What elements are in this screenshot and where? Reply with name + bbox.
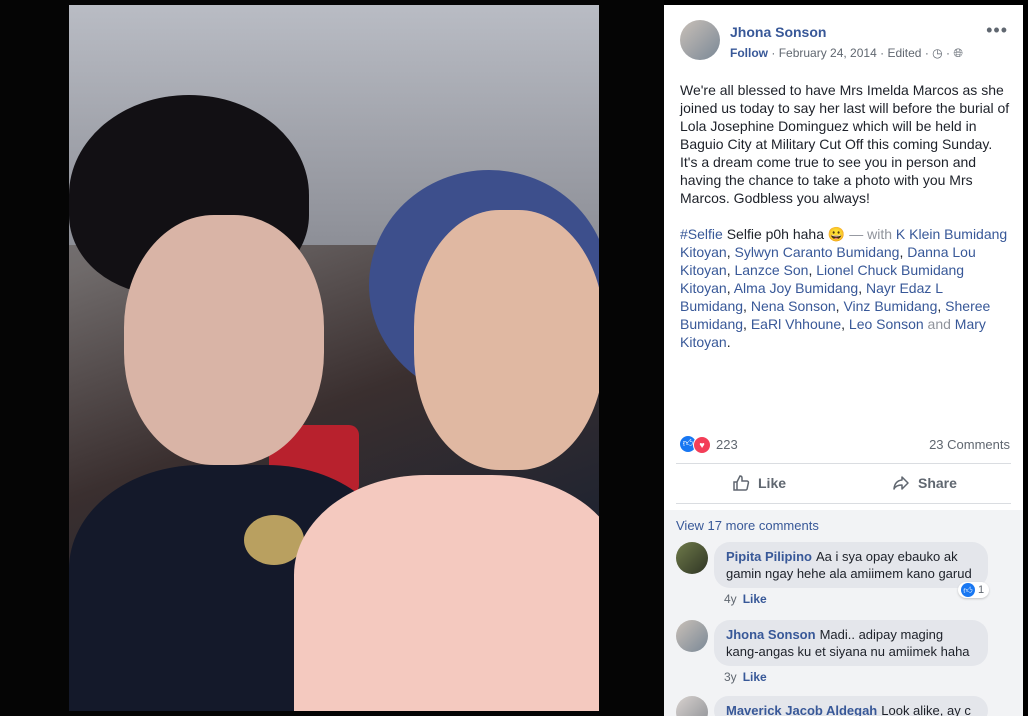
comment-reaction-count: 1 bbox=[978, 584, 985, 596]
meta-separator: · bbox=[771, 46, 779, 60]
comment-item: Maverick Jacob Aldegah Look alike, ay c bbox=[676, 696, 1011, 716]
post-text: We're all blessed to have Mrs Imelda Mar… bbox=[680, 82, 1010, 206]
comment-item: Pipita Pilipino Aa i sya opay ebauko ak g… bbox=[676, 542, 1011, 606]
comment-like-link[interactable]: Like bbox=[743, 592, 767, 606]
commenter-name[interactable]: Maverick Jacob Aldegah bbox=[726, 703, 877, 716]
tagged-person[interactable]: Alma Joy Bumidang bbox=[734, 280, 859, 296]
photo-person-right-face bbox=[414, 210, 599, 470]
tagged-person[interactable]: Lanzce Son bbox=[734, 262, 808, 278]
photo-person-right-body bbox=[294, 475, 599, 711]
photo-person-left-face bbox=[124, 215, 324, 465]
like-button[interactable]: Like bbox=[732, 474, 786, 492]
tagged-person[interactable]: Sylwyn Caranto Bumidang bbox=[734, 244, 899, 260]
comment-footer: 4y Like bbox=[724, 592, 767, 606]
reaction-summary[interactable]: 👍︎ ♥ 223 23 Comments bbox=[680, 435, 1010, 455]
share-button[interactable]: Share bbox=[892, 474, 957, 492]
reaction-count[interactable]: 223 bbox=[716, 437, 738, 452]
like-label: Like bbox=[758, 475, 787, 491]
post-meta: Follow · February 24, 2014 · Edited · ◷ … bbox=[730, 46, 963, 61]
tagged-person[interactable]: Leo Sonson bbox=[849, 316, 924, 332]
and-label: and bbox=[927, 316, 951, 332]
divider bbox=[676, 463, 1011, 464]
comment-bubble: Jhona Sonson Madi.. adipay maging kang-an… bbox=[714, 620, 988, 666]
clock-icon: ◷ bbox=[932, 46, 943, 60]
view-more-comments-link[interactable]: View 17 more comments bbox=[676, 518, 819, 533]
tagged-person[interactable]: Nena Sonson bbox=[751, 298, 836, 314]
more-icon[interactable]: ••• bbox=[986, 20, 1008, 41]
comment-text: Look alike, ay c bbox=[881, 703, 971, 716]
share-label: Share bbox=[918, 475, 957, 491]
love-reaction-icon: ♥ bbox=[693, 436, 711, 454]
post-actions: Like Share bbox=[676, 466, 1011, 500]
edited-label[interactable]: Edited bbox=[887, 46, 921, 60]
commenter-avatar[interactable] bbox=[676, 696, 708, 716]
globe-icon[interactable]: 🌐︎ bbox=[953, 46, 963, 60]
post-photo[interactable] bbox=[69, 5, 599, 711]
comment-item: Jhona Sonson Madi.. adipay maging kang-an… bbox=[676, 620, 1011, 684]
post-caption: Selfie p0h haha 😀 bbox=[726, 226, 846, 242]
post-header: Jhona Sonson Follow · February 24, 2014 … bbox=[680, 20, 1010, 70]
comment-time[interactable]: 4y bbox=[724, 592, 737, 606]
thumbs-up-icon bbox=[733, 475, 750, 491]
divider bbox=[676, 503, 1011, 504]
tagged-person[interactable]: EaRl Vhhoune bbox=[751, 316, 841, 332]
comment-bubble: Maverick Jacob Aldegah Look alike, ay c bbox=[714, 696, 988, 716]
post-panel: Jhona Sonson Follow · February 24, 2014 … bbox=[664, 5, 1023, 716]
like-reaction-icon: 👍︎ bbox=[961, 583, 975, 597]
photo-viewer bbox=[0, 0, 664, 716]
comments-section: View 17 more comments Pipita Pilipino Aa … bbox=[664, 510, 1023, 716]
comment-count[interactable]: 23 Comments bbox=[929, 437, 1010, 452]
commenter-name[interactable]: Pipita Pilipino bbox=[726, 549, 812, 564]
comment-time[interactable]: 3y bbox=[724, 670, 737, 684]
with-label: — with bbox=[849, 226, 893, 242]
share-icon bbox=[893, 476, 909, 490]
comment-reaction-badge[interactable]: 👍︎ 1 bbox=[958, 582, 990, 598]
post-date[interactable]: February 24, 2014 bbox=[779, 46, 877, 60]
commenter-avatar[interactable] bbox=[676, 620, 708, 652]
comment-like-link[interactable]: Like bbox=[743, 670, 767, 684]
follow-link[interactable]: Follow bbox=[730, 46, 768, 60]
post-tags: #Selfie Selfie p0h haha 😀 — with K Klein… bbox=[680, 226, 1008, 350]
comment-bubble: Pipita Pilipino Aa i sya opay ebauko ak g… bbox=[714, 542, 988, 588]
commenter-name[interactable]: Jhona Sonson bbox=[726, 627, 816, 642]
hashtag-link[interactable]: #Selfie bbox=[680, 226, 723, 242]
tagged-person[interactable]: Vinz Bumidang bbox=[843, 298, 937, 314]
comment-footer: 3y Like bbox=[724, 670, 767, 684]
author-avatar[interactable] bbox=[680, 20, 720, 60]
author-name[interactable]: Jhona Sonson bbox=[730, 24, 826, 40]
commenter-avatar[interactable] bbox=[676, 542, 708, 574]
